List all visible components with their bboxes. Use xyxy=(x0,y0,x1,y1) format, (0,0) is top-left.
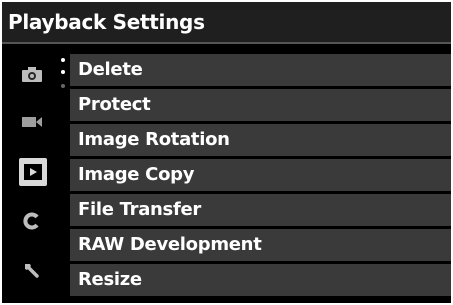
menu-item-file-transfer[interactable]: File Transfer xyxy=(70,194,451,226)
tab-custom[interactable] xyxy=(17,207,47,235)
menu-item-delete[interactable]: Delete xyxy=(70,54,451,86)
camera-menu-screen: Playback Settings Delete Protect Image R… xyxy=(2,2,451,303)
camera-icon xyxy=(22,67,42,82)
tab-camera[interactable] xyxy=(17,60,47,88)
c-custom-icon xyxy=(23,212,39,230)
video-camera-icon xyxy=(22,117,42,127)
menu-item-image-rotation[interactable]: Image Rotation xyxy=(70,124,451,156)
page-dot xyxy=(61,70,65,74)
menu-item-resize[interactable]: Resize xyxy=(70,264,451,296)
menu-item-protect[interactable]: Protect xyxy=(70,89,451,121)
page-dot xyxy=(61,84,65,88)
menu-item-image-copy[interactable]: Image Copy xyxy=(70,159,451,191)
tab-movie[interactable] xyxy=(17,108,47,136)
menu-item-raw-development[interactable]: RAW Development xyxy=(70,229,451,261)
playback-icon xyxy=(24,164,42,180)
wrench-icon xyxy=(25,264,39,278)
page-title: Playback Settings xyxy=(8,10,205,34)
tab-playback[interactable] xyxy=(19,158,47,186)
menu-tab-sidebar xyxy=(2,44,70,303)
tab-setup[interactable] xyxy=(17,257,47,285)
title-bar: Playback Settings xyxy=(2,2,451,44)
page-dot-active xyxy=(61,58,65,62)
page-indicator xyxy=(60,58,66,92)
